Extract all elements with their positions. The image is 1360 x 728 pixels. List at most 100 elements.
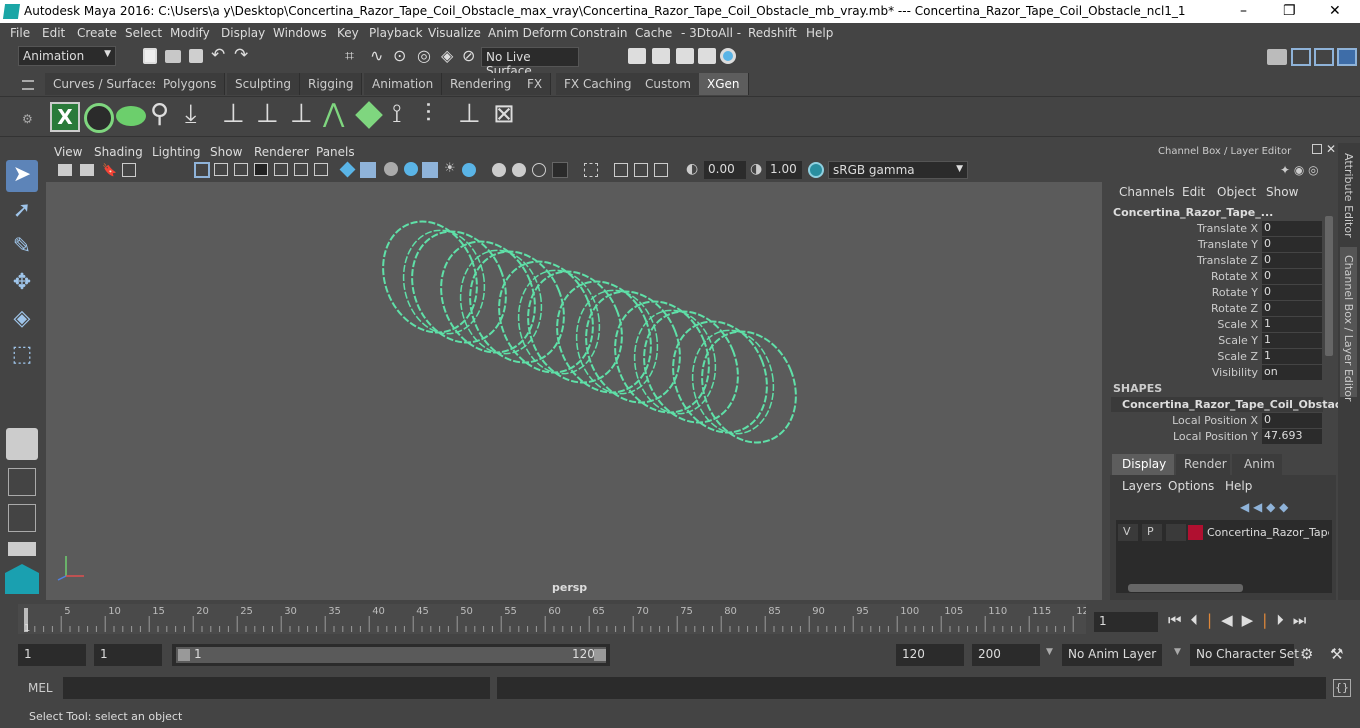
tab-sculpting[interactable]: Sculpting: [227, 73, 301, 95]
step-forward-icon[interactable]: ⏵: [1276, 611, 1293, 629]
channel-label[interactable]: Rotate Z: [1110, 302, 1258, 315]
channel-value-field[interactable]: 0: [1262, 269, 1322, 284]
grid-icon[interactable]: [122, 163, 136, 177]
xgen-place-guide-icon[interactable]: ⚲: [150, 99, 169, 129]
xgen-tool2-icon[interactable]: ⫶: [425, 99, 432, 130]
tab-attribute-editor[interactable]: Attribute Editor: [1342, 153, 1355, 238]
xgen-groom-icon[interactable]: [355, 101, 383, 129]
channel-value-field[interactable]: 0: [1262, 301, 1322, 316]
gate-mask-icon[interactable]: [254, 163, 268, 176]
rotate-tool-icon[interactable]: ◈: [6, 304, 38, 336]
edit-menu[interactable]: Edit: [1182, 185, 1205, 199]
backface-icon[interactable]: [654, 163, 668, 177]
select-tool-icon[interactable]: ➤: [6, 160, 38, 192]
field-chart-icon[interactable]: [274, 163, 288, 176]
menu-3dtoall[interactable]: - 3DtoAll -: [681, 26, 741, 40]
xgen-show-guide-icon[interactable]: ⊥: [256, 99, 279, 129]
save-scene-icon[interactable]: [189, 49, 203, 63]
playback-controls[interactable]: ⏮⏴|◀▶|⏵⏭: [1168, 611, 1315, 629]
channel-box-toggle-icon[interactable]: [1337, 48, 1357, 66]
anim-layer-dropdown[interactable]: No Anim Layer: [1062, 644, 1162, 666]
auto-key-icon[interactable]: ⚙: [1300, 645, 1313, 663]
layer-action-icons[interactable]: ◀ ◀ ◆ ◆: [1240, 500, 1288, 514]
color-space-dropdown[interactable]: sRGB gamma ▼: [828, 161, 968, 179]
play-forward-icon[interactable]: ▶: [1242, 611, 1263, 629]
character-set-dropdown[interactable]: No Character Set: [1190, 644, 1299, 666]
go-to-end-icon[interactable]: ⏭: [1293, 611, 1316, 629]
safe-action-icon[interactable]: [294, 163, 308, 176]
menu-cache[interactable]: Cache: [635, 26, 672, 40]
animation-start-field[interactable]: 1: [18, 644, 86, 666]
tab-curves-surfaces[interactable]: Curves / Surfaces: [45, 73, 168, 95]
xray-components-icon[interactable]: [634, 163, 648, 177]
step-forward-key-icon[interactable]: |: [1262, 611, 1276, 629]
isolate-select-icon[interactable]: [552, 162, 568, 178]
menu-playback[interactable]: Playback: [369, 26, 423, 40]
open-scene-icon[interactable]: [165, 50, 181, 63]
four-view-layout-icon[interactable]: [8, 468, 36, 496]
channel-scrollbar[interactable]: [1325, 216, 1333, 356]
xgen-create-description-icon[interactable]: [116, 106, 146, 126]
shadows-icon[interactable]: ☀: [444, 161, 456, 176]
channel-value-field[interactable]: 0: [1262, 237, 1322, 252]
range-slider[interactable]: 1 120: [172, 644, 610, 666]
menu-display[interactable]: Display: [221, 26, 265, 40]
chevron-down-icon[interactable]: ▼: [1046, 647, 1053, 657]
live-surface-field[interactable]: No Live Surface: [481, 47, 579, 78]
redo-icon[interactable]: ↷: [234, 45, 248, 65]
channel-label[interactable]: Scale Z: [1110, 350, 1258, 363]
scale-tool-icon[interactable]: ⬚: [6, 340, 38, 372]
chevron-down-icon[interactable]: ▼: [1174, 647, 1181, 657]
smooth-shading-icon[interactable]: [360, 162, 376, 178]
script-editor-icon[interactable]: {}: [1333, 679, 1351, 697]
playback-start-field[interactable]: 1: [94, 644, 162, 666]
show-menu[interactable]: Show: [1266, 185, 1298, 199]
layer-playback-toggle[interactable]: P: [1142, 524, 1162, 541]
single-view-layout-icon[interactable]: [6, 428, 38, 460]
tab-rigging[interactable]: Rigging: [300, 73, 363, 95]
xgen-lock-guide-icon[interactable]: ⊥: [290, 99, 313, 129]
new-scene-icon[interactable]: [143, 48, 157, 64]
layer-tab-display[interactable]: Display: [1112, 454, 1174, 475]
layer-tab-anim[interactable]: Anim: [1232, 454, 1282, 475]
step-back-key-icon[interactable]: |: [1207, 611, 1221, 629]
camera-select-icon[interactable]: [58, 164, 72, 176]
shape-channel-value-field[interactable]: 47.693: [1262, 429, 1322, 444]
ipr-render-icon[interactable]: [676, 48, 694, 64]
snap-view-icon[interactable]: ◎: [417, 46, 431, 65]
layer-name[interactable]: Concertina_Razor_Tape_: [1207, 526, 1329, 539]
viewport-menu-lighting[interactable]: Lighting: [152, 145, 201, 159]
layer-tab-render[interactable]: Render: [1176, 454, 1230, 475]
layer-scrollbar-h[interactable]: [1116, 583, 1332, 593]
viewport-menu-shading[interactable]: Shading: [94, 145, 143, 159]
menu-file[interactable]: File: [10, 26, 30, 40]
xgen-tool1-icon[interactable]: ⟟: [392, 99, 402, 130]
menu-visualize[interactable]: Visualize: [428, 26, 481, 40]
film-gate-icon[interactable]: [214, 163, 228, 176]
channel-value-field[interactable]: 0: [1262, 221, 1322, 236]
render-settings-icon[interactable]: [628, 48, 646, 64]
tab-xgen[interactable]: XGen: [699, 73, 749, 95]
snap-curve-icon[interactable]: ∿: [370, 46, 383, 65]
tab-custom[interactable]: Custom: [637, 73, 700, 95]
tab-rendering[interactable]: Rendering: [442, 73, 521, 95]
range-end-handle[interactable]: [594, 649, 606, 661]
layers-menu[interactable]: Layers: [1122, 479, 1162, 493]
channel-label[interactable]: Rotate X: [1110, 270, 1258, 283]
tab-channel-box-layer-editor[interactable]: Channel Box / Layer Editor: [1340, 247, 1357, 402]
menuset-dropdown[interactable]: Animation ▼: [18, 46, 116, 66]
current-frame-field[interactable]: 1: [1094, 612, 1158, 632]
lasso-tool-icon[interactable]: ➚: [6, 196, 38, 228]
channel-label[interactable]: Translate Y: [1110, 238, 1258, 251]
wire-on-shaded-icon[interactable]: [384, 162, 398, 176]
depth-of-field-icon[interactable]: [532, 163, 546, 177]
use-all-lights-icon[interactable]: [422, 162, 438, 178]
object-name[interactable]: Concertina_Razor_Tape_...: [1113, 206, 1273, 219]
close-panel-icon[interactable]: ✕: [1326, 142, 1336, 156]
channel-label[interactable]: Scale X: [1110, 318, 1258, 331]
float-panel-icon[interactable]: [1312, 144, 1322, 154]
resolution-gate-icon[interactable]: [234, 163, 248, 176]
menu-help[interactable]: Help: [806, 26, 833, 40]
object-menu[interactable]: Object: [1217, 185, 1256, 199]
layer-visibility-toggle[interactable]: V: [1118, 524, 1138, 541]
